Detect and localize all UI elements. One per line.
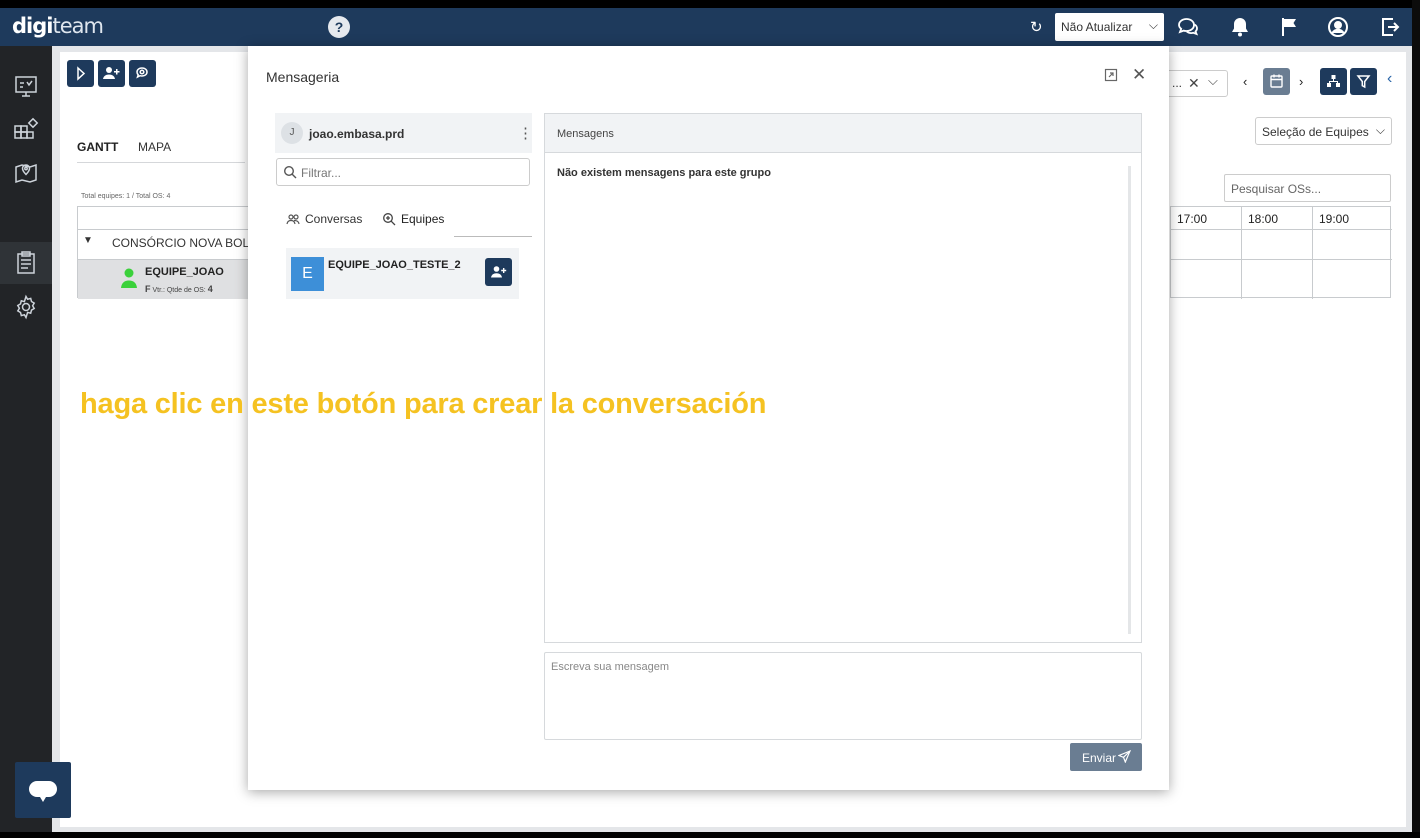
bottom-edge bbox=[0, 832, 1420, 838]
team-meta: F Vtr.: Qtde de OS: 4 bbox=[145, 284, 213, 294]
chat-fab-button[interactable] bbox=[15, 762, 71, 818]
filter-field[interactable] bbox=[276, 158, 530, 186]
close-icon[interactable]: ✕ bbox=[1132, 65, 1146, 85]
hour-column: 17:00 bbox=[1171, 207, 1242, 299]
update-interval-value: Não Atualizar bbox=[1061, 20, 1133, 34]
top-edge bbox=[0, 0, 1420, 8]
chevron-down-icon: ⌵ bbox=[1375, 123, 1385, 137]
flag-icon[interactable] bbox=[1278, 15, 1302, 39]
top-bar: digiteam ? ↻ Não Atualizar ⌵ bbox=[0, 8, 1412, 46]
digiteam-logo[interactable]: digiteam bbox=[12, 14, 104, 38]
avatar: J bbox=[281, 122, 303, 144]
map-icon[interactable] bbox=[13, 160, 39, 186]
search-plus-icon bbox=[383, 213, 396, 226]
team-selection-value: Seleção de Equipes bbox=[1262, 125, 1369, 139]
search-os-input[interactable]: Pesquisar OSs... bbox=[1224, 174, 1391, 202]
help-icon[interactable]: ? bbox=[328, 16, 350, 38]
chat-bubbles-icon[interactable] bbox=[1176, 15, 1200, 39]
modal-title: Mensageria bbox=[266, 69, 340, 85]
team-selection-select[interactable]: Seleção de Equipes ⌵ bbox=[1255, 117, 1392, 145]
tab-conversas[interactable]: Conversas bbox=[286, 212, 362, 226]
calendar-button[interactable] bbox=[1263, 68, 1290, 95]
messages-header-label: Mensagens bbox=[557, 128, 614, 140]
search-os-placeholder: Pesquisar OSs... bbox=[1231, 182, 1322, 196]
kebab-menu-icon[interactable]: ⋮ bbox=[518, 124, 533, 142]
send-button[interactable]: Enviar bbox=[1070, 743, 1142, 771]
clear-icon[interactable]: ✕ bbox=[1188, 75, 1200, 92]
collapse-panel-arrow-icon[interactable]: ‹ bbox=[1387, 70, 1392, 88]
tab-underline bbox=[77, 162, 245, 163]
group-name: CONSÓRCIO NOVA BOLAN bbox=[112, 236, 266, 250]
empty-messages-text: Não existem mensagens para este grupo bbox=[557, 167, 771, 179]
expand-icon[interactable] bbox=[1104, 68, 1118, 82]
scrollbar[interactable] bbox=[1128, 166, 1131, 634]
filter-input[interactable] bbox=[301, 163, 521, 183]
add-user-button[interactable] bbox=[98, 60, 125, 87]
add-user-icon bbox=[491, 266, 507, 278]
current-user-name: joao.embasa.prd bbox=[309, 127, 405, 141]
dashboard-icon[interactable] bbox=[13, 74, 39, 100]
collapse-triangle-icon[interactable]: ▼ bbox=[83, 235, 93, 246]
hour-label: 17:00 bbox=[1177, 212, 1208, 226]
tab-gantt[interactable]: GANTT bbox=[77, 140, 118, 154]
truncated-select[interactable]: ... ✕ ⌵ bbox=[1165, 70, 1228, 97]
right-edge bbox=[1412, 0, 1420, 838]
chevron-down-icon: ⌵ bbox=[1208, 73, 1218, 88]
team-card-name: EQUIPE_JOAO_TESTE_2 bbox=[328, 259, 461, 271]
search-icon bbox=[283, 165, 297, 179]
tab-conversas-label: Conversas bbox=[305, 212, 363, 226]
gantt-team-table: ▼ CONSÓRCIO NOVA BOLAN EQUIPE_JOAO F Vtr… bbox=[77, 206, 266, 299]
bell-icon[interactable] bbox=[1228, 15, 1252, 39]
logo-team: team bbox=[52, 14, 103, 38]
current-user-bar: J joao.embasa.prd ⋮ bbox=[275, 113, 533, 153]
left-sidebar bbox=[0, 46, 52, 832]
instruction-caption: haga clic en este botón para crear la co… bbox=[80, 388, 767, 420]
list-item[interactable]: E EQUIPE_JOAO_TESTE_2 bbox=[286, 248, 519, 299]
send-icon bbox=[1118, 750, 1131, 763]
messages-panel: Mensagens Não existem mensagens para est… bbox=[544, 113, 1142, 643]
message-field[interactable] bbox=[544, 652, 1142, 740]
chevron-down-icon: ⌵ bbox=[1148, 18, 1158, 32]
search-chat-button[interactable] bbox=[129, 60, 156, 87]
tab-equipes[interactable]: Equipes bbox=[382, 212, 444, 226]
gear-icon[interactable] bbox=[13, 294, 39, 320]
filter-button[interactable] bbox=[1350, 68, 1377, 95]
gantt-timeline: 17:00 18:00 19:00 bbox=[1170, 206, 1392, 299]
update-interval-select[interactable]: Não Atualizar ⌵ bbox=[1055, 13, 1164, 41]
truncated-select-value: ... bbox=[1172, 76, 1183, 90]
hierarchy-button[interactable] bbox=[1320, 68, 1347, 95]
app-window: digiteam ? ↻ Não Atualizar ⌵ GANTT MAPA … bbox=[0, 0, 1420, 838]
logo-digi: digi bbox=[12, 14, 53, 38]
next-date-arrow-icon[interactable]: › bbox=[1299, 74, 1303, 89]
users-icon bbox=[286, 214, 300, 225]
tab-mapa[interactable]: MAPA bbox=[138, 140, 171, 154]
team-avatar: E bbox=[291, 257, 324, 291]
message-input[interactable] bbox=[545, 653, 1141, 739]
send-button-label: Enviar bbox=[1082, 751, 1117, 765]
team-name[interactable]: EQUIPE_JOAO bbox=[145, 266, 224, 278]
user-circle-icon[interactable] bbox=[1326, 15, 1350, 39]
tab-equipes-label: Equipes bbox=[401, 212, 445, 226]
prev-date-arrow-icon[interactable]: ‹ bbox=[1243, 74, 1247, 89]
totals-summary: Total equipes: 1 / Total OS: 4 bbox=[81, 193, 171, 200]
create-conversation-button[interactable] bbox=[485, 258, 512, 286]
person-icon bbox=[121, 268, 137, 288]
hour-label: 19:00 bbox=[1319, 212, 1350, 226]
play-button[interactable] bbox=[67, 60, 94, 87]
logout-icon[interactable] bbox=[1378, 15, 1402, 39]
messages-header: Mensagens bbox=[545, 114, 1141, 153]
refresh-icon[interactable]: ↻ bbox=[1030, 18, 1043, 36]
tab-active-line bbox=[454, 236, 532, 237]
hour-column: 19:00 bbox=[1313, 207, 1384, 299]
hour-label: 18:00 bbox=[1248, 212, 1279, 226]
hour-column: 18:00 bbox=[1242, 207, 1313, 299]
grid-icon[interactable] bbox=[13, 117, 39, 143]
